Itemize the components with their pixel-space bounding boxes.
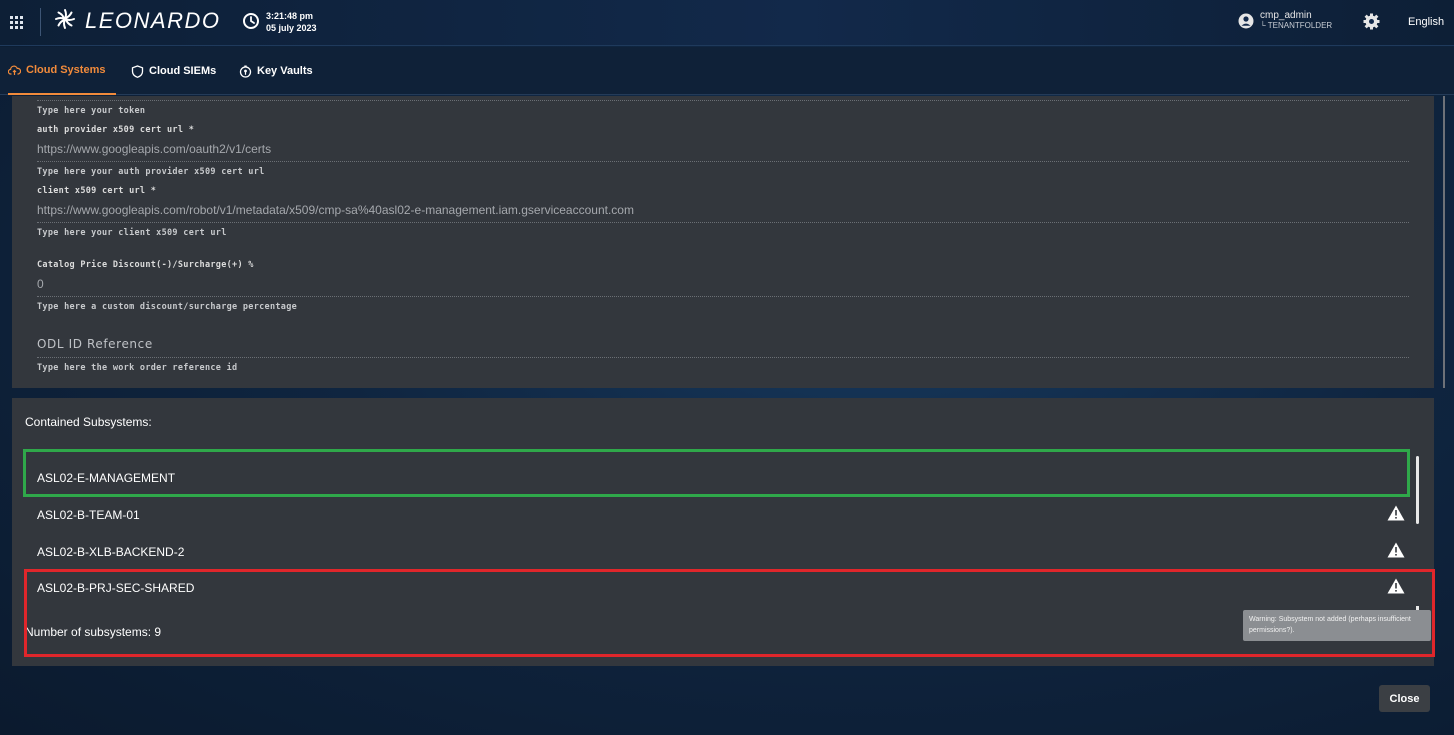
app-name: LEONARDO [85,8,221,33]
current-time: 3:21:48 pm [266,11,314,21]
tab-cloud-siems[interactable]: Cloud SIEMs [131,47,216,95]
tab-cloud-systems[interactable]: Cloud Systems [7,47,116,95]
odl-reference-input[interactable]: ODL ID Reference [37,337,153,351]
subsystem-name: ASL02-B-XLB-BACKEND-2 [37,545,185,559]
brand-logo[interactable]: LEONARDO [53,6,220,36]
subsystems-panel: Contained Subsystems: ASL02-E-MANAGEMENT… [12,398,1434,666]
key-vault-icon [239,65,252,78]
header-divider [40,8,41,36]
user-menu[interactable]: cmp_admin └ TENANTFOLDER [1238,11,1332,31]
shield-icon [131,64,144,78]
subsystem-row[interactable]: ASL02-E-MANAGEMENT [25,460,1415,496]
clock-readout: 3:21:48 pm 05 july 2023 [266,10,317,34]
subsystem-name: ASL02-E-MANAGEMENT [37,471,176,485]
subsystem-name: ASL02-B-PRJ-SEC-SHARED [37,581,195,595]
odl-underline [37,357,1409,358]
tab-label: Key Vaults [257,65,313,77]
subsystem-row[interactable]: ASL02-B-PRJ-SEC-SHARED [25,570,1415,606]
cloud-system-form: Type here your token auth provider x509 … [12,96,1434,388]
auth-provider-cert-label: auth provider x509 cert url * [37,125,195,135]
apps-grid-icon[interactable] [10,16,24,30]
warning-icon[interactable] [1387,542,1405,558]
odl-hint: Type here the work order reference id [37,363,238,373]
current-date: 05 july 2023 [266,23,317,33]
user-icon [1238,13,1254,29]
language-selector[interactable]: English [1408,16,1444,28]
discount-label: Catalog Price Discount(-)/Surcharge(+) % [37,260,254,270]
tab-key-vaults[interactable]: Key Vaults [239,47,313,95]
client-cert-underline [37,222,1409,223]
page-scrollbar[interactable] [1443,96,1445,388]
subsystem-row[interactable]: ASL02-B-TEAM-01 [25,497,1415,533]
subsystem-list-scrollbar[interactable] [1416,456,1419,524]
subsystems-title: Contained Subsystems: [25,415,152,429]
user-info: cmp_admin └ TENANTFOLDER [1260,11,1332,31]
close-button[interactable]: Close [1379,685,1430,712]
leonardo-logo-icon [53,7,77,36]
tab-bar: Cloud Systems Cloud SIEMs Key Vaults [0,47,1454,95]
discount-input[interactable]: 0 [37,277,44,291]
warning-icon[interactable] [1387,505,1405,521]
client-cert-hint: Type here your client x509 cert url [37,228,227,238]
token-hint: Type here your token [37,106,146,116]
subsystem-name: ASL02-B-TEAM-01 [37,508,140,522]
discount-underline [37,296,1409,297]
tenant-name: └ TENANTFOLDER [1260,21,1333,30]
auth-provider-cert-input[interactable]: https://www.googleapis.com/oauth2/v1/cer… [37,142,271,156]
warning-icon[interactable] [1387,578,1405,594]
client-cert-label: client x509 cert url * [37,186,157,196]
token-field-underline [37,100,1409,101]
discount-hint: Type here a custom discount/surcharge pe… [37,302,298,312]
tab-label: Cloud Systems [26,64,106,76]
settings-icon[interactable] [1363,13,1380,30]
auth-provider-underline [37,161,1409,162]
clock-icon [242,12,260,30]
username: cmp_admin [1260,10,1312,21]
subsystem-count: Number of subsystems: 9 [25,625,162,639]
cloud-upload-icon [7,64,22,77]
warning-tooltip: Warning: Subsystem not added (perhaps in… [1243,610,1431,641]
tab-label: Cloud SIEMs [149,65,217,77]
client-cert-input[interactable]: https://www.googleapis.com/robot/v1/meta… [37,203,634,217]
auth-provider-cert-hint: Type here your auth provider x509 cert u… [37,167,265,177]
top-header: LEONARDO 3:21:48 pm 05 july 2023 cmp_adm… [0,0,1454,46]
subsystem-row[interactable]: ASL02-B-XLB-BACKEND-2 [25,534,1415,570]
